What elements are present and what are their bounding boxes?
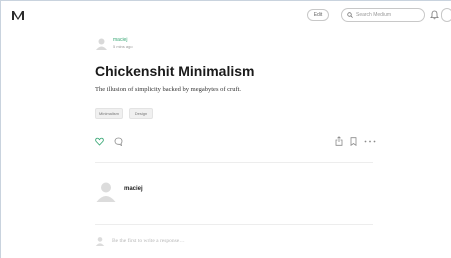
heart-icon[interactable] bbox=[95, 137, 104, 146]
user-menu-button[interactable] bbox=[441, 8, 451, 22]
post-timestamp: 5 mins ago bbox=[113, 44, 133, 49]
search-placeholder: Search Medium bbox=[356, 12, 392, 18]
divider bbox=[95, 162, 373, 163]
search-icon bbox=[347, 12, 353, 18]
divider bbox=[95, 224, 373, 225]
tag-design[interactable]: Design bbox=[129, 108, 153, 119]
more-icon[interactable] bbox=[364, 140, 376, 143]
medium-logo-icon[interactable] bbox=[11, 9, 25, 21]
author-avatar[interactable] bbox=[95, 37, 108, 50]
browser-frame bbox=[0, 0, 451, 258]
footer-author-avatar[interactable] bbox=[95, 180, 117, 202]
footer-author-name[interactable]: maciej bbox=[124, 186, 143, 193]
bookmark-icon[interactable] bbox=[350, 137, 357, 146]
post-title: Chickenshit Minimalism bbox=[95, 63, 255, 79]
share-icon[interactable] bbox=[335, 136, 343, 146]
response-avatar bbox=[95, 237, 105, 246]
author-name[interactable]: maciej bbox=[113, 37, 127, 43]
bell-icon[interactable] bbox=[430, 10, 439, 20]
comment-icon[interactable] bbox=[114, 137, 123, 146]
search-input[interactable]: Search Medium bbox=[341, 8, 425, 22]
post-subtitle: The illusion of simplicity backed by meg… bbox=[95, 86, 242, 93]
edit-button[interactable]: Edit bbox=[307, 9, 329, 21]
tag-minimalism[interactable]: Minimalism bbox=[95, 108, 123, 119]
response-input[interactable]: Be the first to write a response… bbox=[112, 238, 185, 245]
